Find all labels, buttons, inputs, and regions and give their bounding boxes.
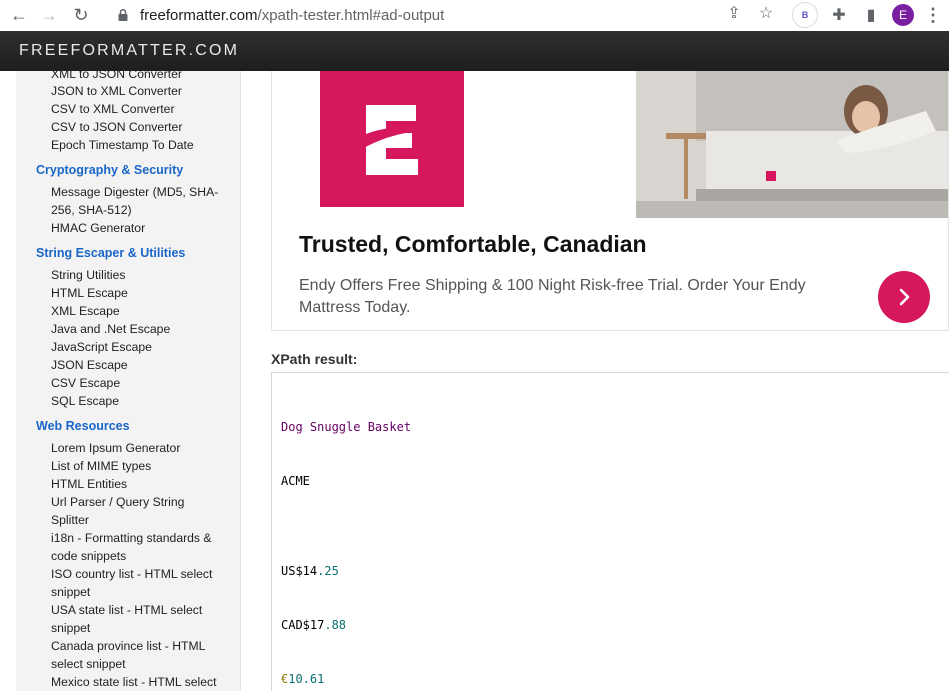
sidebar-link[interactable]: Canada province list - HTML	[51, 637, 205, 655]
ad-cta-button[interactable]	[878, 271, 930, 323]
result-text: CAD$17	[281, 618, 325, 632]
share-icon[interactable]: ⇪	[725, 4, 743, 22]
result-line: US$14.25	[281, 564, 339, 578]
ad-photo-mattress	[636, 71, 948, 218]
sidebar-link[interactable]: 256, SHA-512)	[51, 201, 132, 219]
ad-description: Endy Offers Free Shipping & 100 Night Ri…	[299, 277, 806, 316]
sidebar-link[interactable]: i18n - Formatting standards &	[51, 529, 212, 547]
sidebar-link[interactable]: snippet	[51, 619, 90, 637]
endy-logo	[320, 71, 464, 207]
sidebar-link[interactable]: Epoch Timestamp To Date	[51, 136, 194, 154]
sidebar-link[interactable]: CSV to JSON Converter	[51, 118, 182, 136]
sidebar-link[interactable]: HTML Entities	[51, 475, 127, 493]
sidebar-heading-string[interactable]: String Escaper & Utilities	[36, 246, 185, 260]
result-number: .25	[317, 564, 339, 578]
sidebar-link[interactable]: Message Digester (MD5, SHA-	[51, 183, 218, 201]
extensions-puzzle-icon[interactable]: ✚	[828, 4, 850, 26]
sidebar-link[interactable]: JSON to XML Converter	[51, 82, 182, 100]
result-number: 10.61	[288, 672, 325, 686]
result-line: ACME	[281, 474, 310, 488]
sidebar-link[interactable]: JSON Escape	[51, 356, 128, 374]
bookmark-star-icon[interactable]: ☆	[757, 4, 775, 22]
sidebar-link[interactable]: SQL Escape	[51, 392, 119, 410]
sidebar-link[interactable]: ISO country list - HTML select	[51, 565, 212, 583]
browser-toolbar: ← → ↻ freeformatter.com/xpath-tester.htm…	[0, 0, 949, 31]
sidebar-link[interactable]: HTML Escape	[51, 284, 128, 302]
result-line: Dog Snuggle Basket	[281, 420, 412, 434]
extension-b-icon[interactable]: B	[792, 2, 818, 28]
sidebar-heading-crypto[interactable]: Cryptography & Security	[36, 163, 183, 177]
sidebar-link[interactable]: String Utilities	[51, 266, 126, 284]
menu-dots-icon[interactable]: ⋮	[924, 5, 942, 26]
sidebar-link[interactable]: select snippet	[51, 655, 126, 673]
sidebar-heading-web[interactable]: Web Resources	[36, 419, 130, 433]
url-text: freeformatter.com/xpath-tester.html#ad-o…	[140, 6, 445, 24]
xpath-result-label: XPath result:	[271, 351, 358, 367]
sidebar-link[interactable]: Lorem Ipsum Generator	[51, 439, 180, 457]
result-text: US$14	[281, 564, 318, 578]
sidebar-link[interactable]: Java and .Net Escape	[51, 320, 170, 338]
sidebar-link[interactable]: JavaScript Escape	[51, 338, 152, 356]
site-logo[interactable]: FREEFORMATTER.COM	[19, 42, 239, 60]
ad-title[interactable]: Trusted, Comfortable, Canadian	[299, 231, 647, 258]
result-number: .88	[324, 618, 347, 632]
sidebar-link[interactable]: USA state list - HTML select	[51, 601, 202, 619]
sidebar-link[interactable]: XML Escape	[51, 302, 120, 320]
sidebar-link[interactable]: code snippets	[51, 547, 126, 565]
sidebar-link[interactable]: List of MIME types	[51, 457, 151, 475]
chevron-right-icon	[899, 288, 910, 306]
sidebar-link[interactable]: Splitter	[51, 511, 89, 529]
reload-icon[interactable]: ↻	[70, 5, 92, 27]
forward-arrow-icon[interactable]: →	[38, 5, 60, 27]
address-bar[interactable]: freeformatter.com/xpath-tester.html#ad-o…	[110, 2, 790, 28]
ad-banner[interactable]: Trusted, Comfortable, Canadian Endy Offe…	[271, 71, 949, 331]
endy-e-logo-icon	[348, 105, 428, 175]
sidebar-link[interactable]: Mexico state list - HTML select	[51, 673, 216, 691]
sidebar: XML to JSON Converter JSON to XML Conver…	[16, 71, 241, 691]
sidebar-link[interactable]: CSV Escape	[51, 374, 120, 392]
result-line: CAD$17.88	[281, 618, 346, 632]
result-line: €10.61	[281, 672, 324, 686]
lock-icon	[118, 8, 128, 21]
sidebar-link[interactable]: snippet	[51, 583, 90, 601]
back-arrow-icon[interactable]: ←	[8, 5, 30, 27]
side-panel-icon[interactable]: ▮	[860, 4, 882, 26]
sidebar-link[interactable]: CSV to XML Converter	[51, 100, 175, 118]
xpath-result-output[interactable]: Dog Snuggle Basket ACME US$14.25 CAD$17.…	[271, 372, 949, 691]
sidebar-link[interactable]: HMAC Generator	[51, 219, 145, 237]
site-header: FREEFORMATTER.COM	[0, 31, 949, 71]
profile-avatar[interactable]: E	[892, 4, 914, 26]
sidebar-link[interactable]: Url Parser / Query String	[51, 493, 184, 511]
